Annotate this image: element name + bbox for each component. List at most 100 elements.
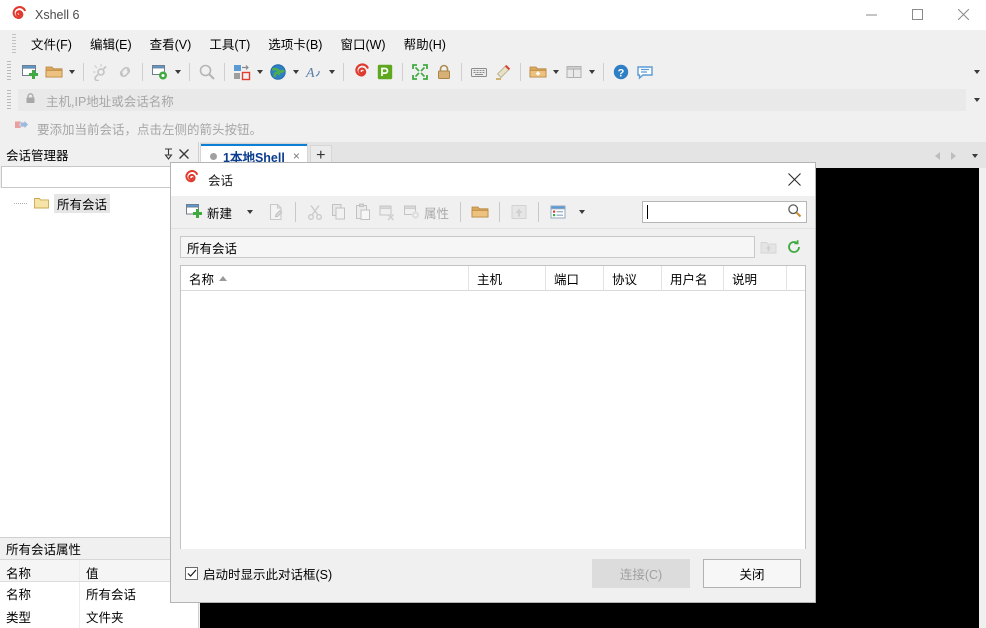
- menu-edit[interactable]: 编辑(E): [81, 30, 141, 57]
- font-caret[interactable]: [326, 60, 338, 84]
- help-icon[interactable]: ?: [609, 60, 633, 84]
- new-session-button[interactable]: 新建: [181, 200, 236, 225]
- dialog-footer: 启动时显示此对话框(S) 连接(C) 关闭: [171, 544, 815, 602]
- keyboard-icon[interactable]: [467, 60, 491, 84]
- find-icon[interactable]: [195, 60, 219, 84]
- column-label: 协议: [612, 269, 637, 288]
- lock-icon[interactable]: [432, 60, 456, 84]
- close-dialog-button[interactable]: 关闭: [703, 559, 801, 588]
- menu-file[interactable]: 文件(F): [22, 30, 81, 57]
- properties-label: 属性: [424, 203, 449, 222]
- pin-icon[interactable]: [160, 144, 176, 164]
- dialog-toolbar-separator: [538, 202, 539, 222]
- view-list-icon[interactable]: [546, 200, 570, 224]
- menu-help[interactable]: 帮助(H): [395, 30, 455, 57]
- table-row[interactable]: 类型 文件夹: [0, 605, 198, 628]
- column-header-name[interactable]: 名称: [181, 266, 469, 290]
- sessions-list-header: 名称 主机 端口 协议 用户名 说: [181, 266, 805, 291]
- dialog-close-button[interactable]: [773, 163, 815, 196]
- column-header-protocol[interactable]: 协议: [604, 266, 662, 290]
- connect-button[interactable]: 连接(C): [592, 559, 690, 588]
- add-folder-icon[interactable]: [526, 60, 550, 84]
- column-header-username[interactable]: 用户名: [662, 266, 724, 290]
- address-bar-caret[interactable]: [968, 89, 986, 111]
- menu-window[interactable]: 窗口(W): [331, 30, 394, 57]
- chevron-right-icon[interactable]: [946, 148, 960, 164]
- menu-view[interactable]: 查看(V): [141, 30, 201, 57]
- refresh-icon[interactable]: [781, 236, 807, 258]
- menu-tabs[interactable]: 选项卡(B): [259, 30, 331, 57]
- address-input-wrapper[interactable]: 主机,IP地址或会话名称: [18, 89, 966, 111]
- tree-connector: [14, 203, 28, 204]
- sessions-list[interactable]: 名称 主机 端口 协议 用户名 说: [180, 265, 806, 549]
- status-dot-icon: [210, 153, 217, 160]
- sessions-list-body[interactable]: [181, 291, 805, 549]
- open-folder-icon[interactable]: [42, 60, 66, 84]
- toolbar-separator: [142, 63, 143, 81]
- open-folder-caret[interactable]: [66, 60, 78, 84]
- session-manager-header-buttons: [160, 144, 198, 164]
- show-on-startup-checkbox[interactable]: 启动时显示此对话框(S): [185, 564, 332, 583]
- table-row[interactable]: 名称 所有会话: [0, 582, 198, 605]
- maximize-button[interactable]: [894, 0, 940, 30]
- font-icon[interactable]: A: [302, 60, 326, 84]
- menu-tools[interactable]: 工具(T): [200, 30, 259, 57]
- transfer-caret[interactable]: [254, 60, 266, 84]
- session-search-input[interactable]: [1, 166, 197, 188]
- properties-column-name: 名称: [0, 560, 80, 581]
- open-folder-icon[interactable]: [468, 200, 492, 224]
- reconnect-icon[interactable]: [113, 60, 137, 84]
- fullscreen-icon[interactable]: [408, 60, 432, 84]
- view-caret[interactable]: [576, 200, 588, 224]
- address-input[interactable]: 主机,IP地址或会话名称: [46, 91, 174, 110]
- delete-icon: [375, 200, 399, 224]
- session-properties-caret[interactable]: [172, 60, 184, 84]
- toolbar-separator: [189, 63, 190, 81]
- column-header-description[interactable]: 说明: [724, 266, 787, 290]
- add-folder-caret[interactable]: [550, 60, 562, 84]
- new-session-icon[interactable]: [18, 60, 42, 84]
- session-manager-header: 会话管理器: [0, 142, 198, 166]
- search-icon[interactable]: [787, 203, 802, 221]
- minimize-button[interactable]: [848, 0, 894, 30]
- session-tree: 所有会话: [0, 188, 198, 537]
- transfer-icon[interactable]: [230, 60, 254, 84]
- address-bar-grip[interactable]: [7, 90, 11, 110]
- terminal-scrollbar[interactable]: [979, 168, 986, 628]
- sessions-dialog: 会话 新建: [170, 162, 816, 603]
- checkbox-box[interactable]: [185, 567, 198, 580]
- chevron-left-icon[interactable]: [930, 148, 944, 164]
- close-icon[interactable]: [176, 144, 192, 164]
- column-header-host[interactable]: 主机: [469, 266, 546, 290]
- layout-caret[interactable]: [586, 60, 598, 84]
- xshell-logo-icon: [10, 6, 27, 23]
- globe-caret[interactable]: [290, 60, 302, 84]
- toolbar-grip[interactable]: [7, 61, 11, 82]
- layout-icon[interactable]: [562, 60, 586, 84]
- chevron-down-icon[interactable]: [968, 148, 982, 164]
- toolbar-separator: [603, 63, 604, 81]
- xshell-icon[interactable]: [349, 60, 373, 84]
- toolbar-separator: [461, 63, 462, 81]
- tree-item-all-sessions[interactable]: 所有会话: [0, 194, 198, 213]
- column-header-port[interactable]: 端口: [546, 266, 604, 290]
- globe-icon[interactable]: [266, 60, 290, 84]
- dialog-toolbar-separator: [295, 202, 296, 222]
- column-label: 说明: [732, 269, 757, 288]
- chat-icon[interactable]: [633, 60, 657, 84]
- toolbar-overflow-caret[interactable]: [968, 60, 986, 84]
- path-input[interactable]: 所有会话: [180, 236, 755, 258]
- copy-icon: [327, 200, 351, 224]
- dialog-action-buttons: 连接(C) 关闭: [592, 559, 801, 588]
- disconnect-icon[interactable]: [89, 60, 113, 84]
- highlight-icon[interactable]: [491, 60, 515, 84]
- xftp-icon[interactable]: [373, 60, 397, 84]
- new-session-caret[interactable]: [244, 200, 256, 224]
- search-input[interactable]: [642, 201, 807, 223]
- session-properties-icon[interactable]: [148, 60, 172, 84]
- property-name: 名称: [0, 582, 80, 605]
- menu-grip[interactable]: [12, 34, 16, 54]
- dialog-toolbar-separator: [499, 202, 500, 222]
- close-button[interactable]: [940, 0, 986, 30]
- tab-close-button[interactable]: ×: [291, 149, 302, 163]
